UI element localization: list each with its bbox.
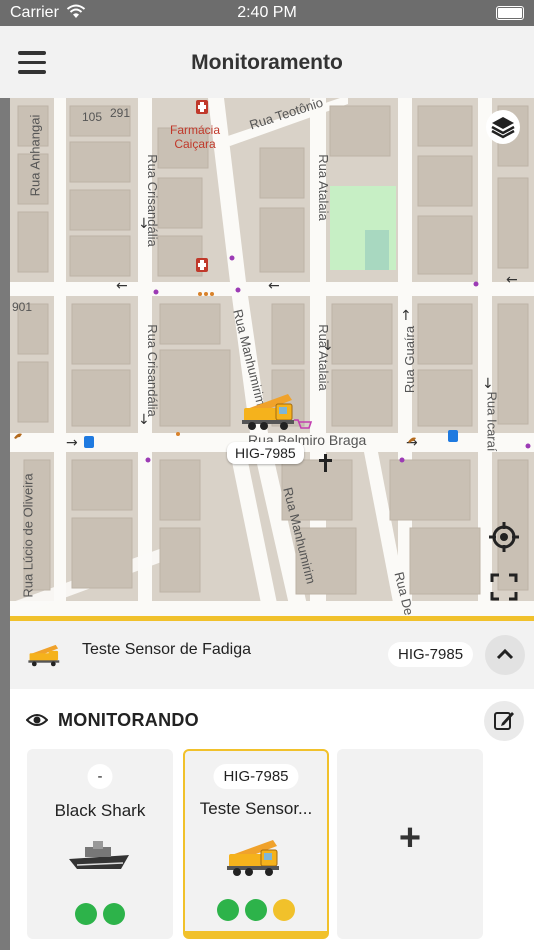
vehicle-card-status-icons bbox=[185, 899, 327, 921]
svg-text:→: → bbox=[406, 435, 418, 451]
plus-icon: + bbox=[398, 817, 422, 859]
street-label: Rua Anhangai bbox=[27, 114, 43, 197]
street-label: Rua Lúcio de Oliveira bbox=[20, 473, 36, 598]
vehicle-card[interactable]: - Black Shark bbox=[27, 749, 173, 939]
status-bar: Carrier 2:40 PM bbox=[0, 0, 534, 26]
vehicle-card-plate: - bbox=[87, 764, 113, 789]
monitoring-panel: MONITORANDO - Black Shark HIG-7985 Teste… bbox=[10, 689, 534, 950]
vehicle-card-name: Black Shark bbox=[54, 801, 146, 820]
vehicle-card-selected[interactable]: HIG-7985 Teste Sensor... bbox=[183, 749, 329, 939]
battery-icon bbox=[496, 6, 524, 20]
house-number: 291 bbox=[110, 106, 131, 120]
signal-icon bbox=[245, 899, 267, 921]
page-title: Monitoramento bbox=[191, 51, 343, 74]
key-icon bbox=[74, 903, 97, 925]
locate-icon[interactable] bbox=[487, 520, 521, 554]
vehicle-card-plate: HIG-7985 bbox=[213, 764, 299, 789]
vehicle-card-status-icons bbox=[27, 903, 173, 925]
street-label: Rua Crisandália bbox=[144, 154, 160, 247]
status-time: 2:40 PM bbox=[237, 4, 297, 21]
svg-text:↑: ↑ bbox=[400, 308, 412, 324]
pharmacy-label: Farmácia Caiçara bbox=[170, 123, 221, 151]
layers-icon[interactable] bbox=[486, 110, 520, 144]
street-label: Rua Atalaia bbox=[315, 324, 331, 391]
street-label: Rua Atalaia bbox=[315, 154, 331, 221]
vehicle-thumbnail-icon bbox=[28, 644, 60, 667]
svg-text:←: ← bbox=[506, 272, 518, 288]
edit-icon[interactable] bbox=[484, 701, 524, 741]
svg-text:←: ← bbox=[116, 278, 128, 294]
vehicle-card-name: Teste Sensor... bbox=[199, 799, 313, 818]
street-label: Rua Icaraí bbox=[484, 391, 500, 452]
selected-vehicle-name: Teste Sensor de Fadiga bbox=[82, 641, 251, 658]
map-base: ← ← ← → → ↓↓↓↑↓ bbox=[10, 98, 534, 618]
fullscreen-icon[interactable] bbox=[487, 570, 521, 604]
nav-bar: Monitoramento bbox=[0, 26, 534, 98]
add-vehicle-card[interactable]: + bbox=[337, 749, 483, 939]
map-view[interactable]: ← ← ← → → ↓ ↓ ↓ ↑ ↓ Rua Anhangai Rua Crisandáli… bbox=[10, 98, 534, 618]
svg-text:↓: ↓ bbox=[482, 376, 494, 392]
svg-text:←: ← bbox=[268, 278, 280, 294]
selected-vehicle-plate: HIG-7985 bbox=[388, 642, 474, 667]
street-label: Rua Crisandália bbox=[144, 324, 160, 417]
chevron-up-icon[interactable] bbox=[485, 635, 525, 675]
boat-icon bbox=[69, 841, 129, 869]
left-edge-strip bbox=[0, 98, 10, 950]
selected-vehicle-row[interactable]: Teste Sensor de Fadiga HIG-7985 bbox=[10, 621, 534, 689]
warning-icon bbox=[273, 899, 296, 921]
eye-icon bbox=[26, 714, 48, 726]
house-number: 901 bbox=[12, 300, 33, 314]
svg-text:→: → bbox=[66, 435, 78, 451]
crane-truck-icon bbox=[227, 840, 279, 876]
signal-icon bbox=[103, 903, 126, 925]
house-number: 105 bbox=[82, 110, 103, 124]
monitoring-label: MONITORANDO bbox=[58, 710, 199, 730]
vehicle-map-label[interactable]: HIG-7985 bbox=[227, 442, 304, 464]
key-icon bbox=[216, 899, 239, 921]
street-label: Rua Guaíra bbox=[402, 325, 418, 394]
crane-truck-marker-icon[interactable] bbox=[238, 390, 302, 432]
